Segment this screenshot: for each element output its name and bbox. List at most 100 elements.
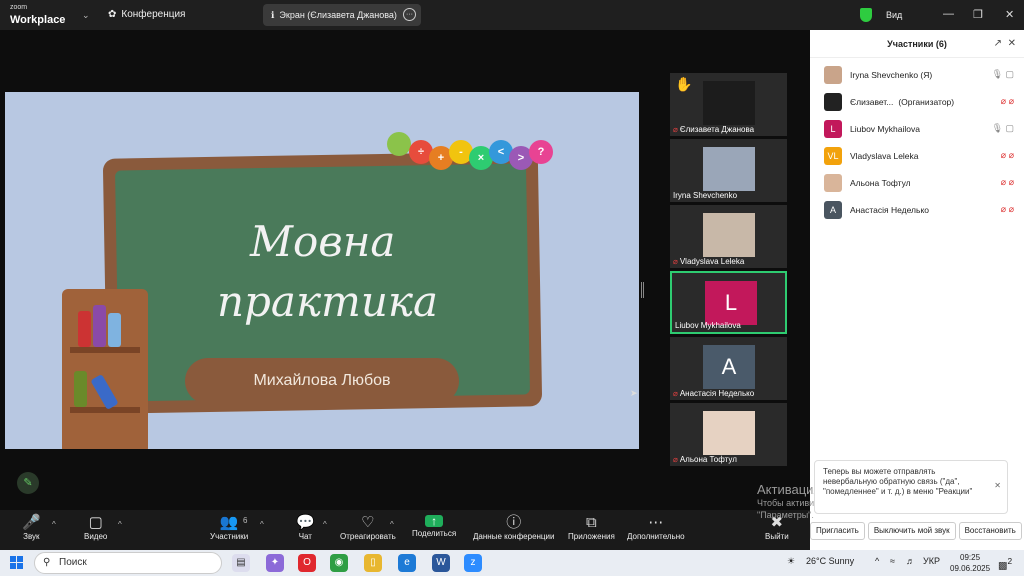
mute-me-button[interactable]: Выключить мой звук (867, 522, 956, 540)
clock[interactable]: 09:25 09.06.2025 (950, 552, 990, 574)
participant-name: Iryna Shevchenko (Я) (850, 70, 933, 80)
audio-label: Звук (23, 532, 40, 541)
tile-name-text: Liubov Mykhailova (675, 321, 741, 330)
avatar (703, 147, 755, 191)
info-icon: ℹ (271, 9, 275, 20)
participant-status-icons[interactable]: 🎙 ▢ (992, 69, 1014, 80)
audio-options-icon[interactable]: ^ (52, 520, 56, 529)
info-label: Данные конференции (473, 532, 555, 541)
maximize-icon[interactable]: ❐ (973, 8, 983, 21)
taskbar-search[interactable]: ⚲ Поиск (34, 552, 222, 574)
task-view-icon[interactable]: ▤ (232, 554, 250, 572)
copilot-icon[interactable]: ✦ (266, 554, 284, 572)
opera-icon[interactable]: O (298, 554, 316, 572)
share-icon: ↑ (425, 515, 444, 527)
participant-row[interactable]: A Анастасія Неделько ⌀ ⌀ (824, 201, 1024, 219)
view-button[interactable]: Вид (886, 10, 902, 20)
zoom-taskbar-icon[interactable]: z (464, 554, 482, 572)
toast-close-icon[interactable]: ✕ (994, 481, 1001, 491)
meeting-label: Конференция (121, 9, 186, 20)
participant-status-icons[interactable]: ⌀ ⌀ (1001, 150, 1014, 161)
apps-icon: ⧉ (586, 514, 597, 531)
toast-line1: Теперь вы можете отправлять (823, 467, 936, 476)
minimize-icon[interactable]: — (943, 8, 954, 20)
video-tile[interactable]: ⌀ Vladyslava Leleka (670, 205, 787, 268)
avatar: A (703, 345, 755, 389)
panel-header: Участники (6) ↗ ✕ (810, 30, 1024, 58)
avatar (703, 213, 755, 257)
video-options-icon[interactable]: ^ (118, 520, 122, 529)
notification-count: 2 (1007, 556, 1013, 566)
tray-overflow-icon[interactable]: ^ (875, 556, 879, 566)
participant-status-icons[interactable]: ⌀ ⌀ (1001, 96, 1014, 107)
participants-options-icon[interactable]: ^ (260, 520, 264, 529)
weather-text[interactable]: 26°C Sunny (806, 556, 854, 566)
more-button[interactable]: ⋯ Дополнительно (627, 515, 685, 541)
panel-close-icon[interactable]: ✕ (1008, 30, 1016, 58)
participant-avatar (824, 66, 842, 84)
participant-status-icons[interactable]: ⌀ ⌀ (1001, 177, 1014, 188)
more-icon[interactable]: ··· (403, 8, 416, 21)
participant-status-icons[interactable]: 🎙 ▢ (992, 123, 1014, 134)
participant-avatar: A (824, 201, 842, 219)
paw-icon: ✿ (108, 9, 117, 20)
search-label: Поиск (59, 557, 87, 568)
shield-icon[interactable] (860, 8, 872, 22)
participant-row[interactable]: L Liubov Mykhailova 🎙 ▢ (824, 120, 1024, 138)
react-button[interactable]: ♡ Отреагировать (340, 515, 396, 541)
participant-row[interactable]: Альона Тофтул ⌀ ⌀ (824, 174, 1024, 192)
chat-options-icon[interactable]: ^ (323, 520, 327, 529)
chat-button[interactable]: 💬 Чат (296, 515, 315, 541)
participant-status-icons[interactable]: ⌀ ⌀ (1001, 204, 1014, 215)
participant-row[interactable]: Єлизавет... (Организатор) ⌀ ⌀ (824, 93, 1024, 111)
windows-start-icon[interactable] (10, 556, 23, 569)
chrome-icon[interactable]: ◉ (330, 554, 348, 572)
meeting-info-button[interactable]: ⓘ Данные конференции (473, 515, 554, 541)
avatar: L (705, 281, 757, 325)
language-indicator[interactable]: УКР (923, 556, 940, 566)
screen-share-pill[interactable]: ℹ Экран (Єлизавета Джанова) ··· (263, 4, 421, 26)
more-label: Дополнительно (627, 532, 685, 541)
camera-icon: ▢ (88, 514, 103, 531)
windows-taskbar: ⚲ Поиск ▤ ✦ O ◉ ▯ e W z ☀ 26°C Sunny ^ ≈… (0, 550, 1024, 576)
restore-button[interactable]: Восстановить (958, 522, 1022, 540)
tile-name-text: Vladyslava Leleka (679, 257, 745, 266)
audio-button[interactable]: 🎤 Звук (22, 515, 41, 541)
apps-button[interactable]: ⧉ Приложения (568, 515, 615, 541)
participant-avatar: VL (824, 147, 842, 165)
avatar (703, 81, 755, 125)
participant-name: Liubov Mykhailova (850, 124, 920, 134)
clock-date: 09.06.2025 (950, 564, 991, 573)
annotate-icon[interactable]: ✎ (17, 472, 39, 494)
chat-icon: 💬 (296, 514, 315, 531)
caterpillar-segment: ? (529, 140, 553, 164)
video-tile[interactable]: L Liubov Mykhailova (670, 271, 787, 334)
invite-button[interactable]: Пригласить (810, 522, 865, 540)
info-circle-icon: ⓘ (506, 514, 522, 531)
video-button[interactable]: ▢ Видео (84, 515, 107, 541)
participant-row[interactable]: VL Vladyslava Leleka ⌀ ⌀ (824, 147, 1024, 165)
word-icon[interactable]: W (432, 554, 450, 572)
video-tile[interactable]: ✋ ⌀ Єлизавета Джанова (670, 73, 787, 136)
popout-icon[interactable]: ↗ (994, 30, 1002, 58)
network-icon[interactable]: ≈ (890, 556, 895, 566)
chevron-down-icon[interactable]: ⌄ (82, 10, 90, 21)
weather-icon[interactable]: ☀ (787, 556, 795, 567)
participant-row[interactable]: Iryna Shevchenko (Я) 🎙 ▢ (824, 66, 1024, 84)
meeting-menu[interactable]: ✿ Конференция (108, 9, 185, 20)
notifications-icon[interactable]: ▩2 (998, 556, 1012, 571)
resize-handle[interactable] (641, 282, 644, 298)
share-button[interactable]: ↑ Поделиться (412, 515, 456, 538)
bookshelf (62, 289, 148, 449)
video-tile[interactable]: ⌀ Альона Тофтул (670, 403, 787, 466)
tile-name: Liubov Mykhailova (675, 321, 741, 330)
file-explorer-icon[interactable]: ▯ (364, 554, 382, 572)
close-icon[interactable]: ✕ (1005, 8, 1014, 21)
video-tile[interactable]: A ⌀ Анастасія Неделько (670, 337, 787, 400)
participant-name: Альона Тофтул (850, 178, 911, 188)
tile-name: Iryna Shevchenko (673, 191, 737, 200)
edge-icon[interactable]: e (398, 554, 416, 572)
react-options-icon[interactable]: ^ (390, 520, 394, 529)
volume-icon[interactable]: ♬ (906, 556, 915, 566)
video-tile[interactable]: Iryna Shevchenko (670, 139, 787, 202)
